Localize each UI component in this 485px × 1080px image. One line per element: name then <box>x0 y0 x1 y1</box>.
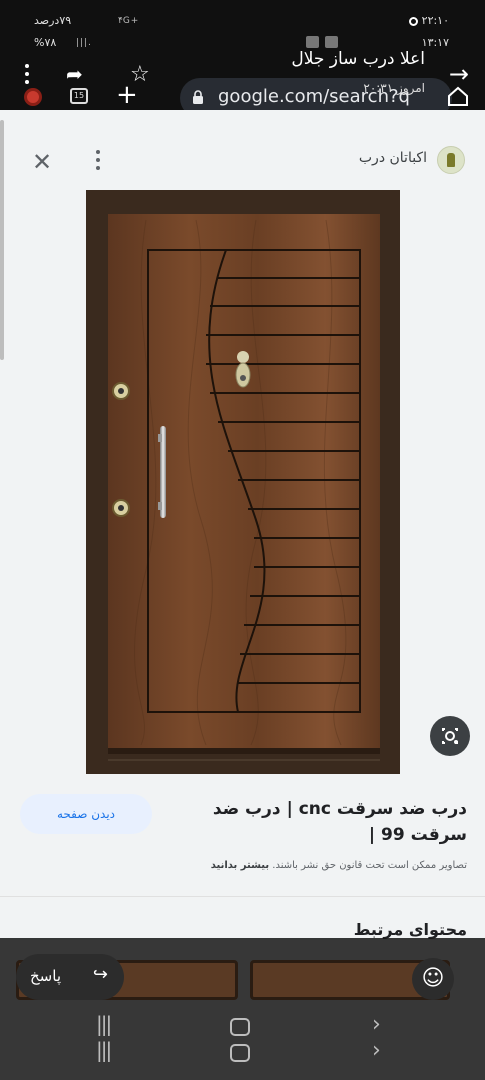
forward-icon[interactable]: ➦ <box>66 62 83 86</box>
status-time-text: ۲۲:۱۰ <box>421 14 449 27</box>
chat-last-seen: امروز ۲۰:۳۱ <box>363 81 425 95</box>
lock-icon <box>193 90 203 104</box>
visit-page-button[interactable]: دیدن صفحه <box>20 794 152 834</box>
reply-arrow-icon: ↪ <box>92 964 108 985</box>
recents-icon-2[interactable]: ||| <box>96 1038 112 1062</box>
lens-search-button[interactable] <box>430 716 470 756</box>
tab-count-badge[interactable]: 15 <box>70 88 88 104</box>
network-text: |||. <box>76 38 92 48</box>
system-nav-bar-2: ||| › <box>0 1038 485 1078</box>
source-logo-icon[interactable] <box>437 146 465 174</box>
door-knocker <box>235 351 251 388</box>
learn-more-link[interactable]: بیشتر بدانید <box>211 860 269 871</box>
back-nav-icon[interactable]: › <box>372 1012 381 1037</box>
status-icons <box>300 36 338 48</box>
home-icon[interactable] <box>447 86 469 106</box>
smiley-icon: ☺ <box>421 966 445 991</box>
home-nav-icon[interactable] <box>230 1018 250 1036</box>
reply-button[interactable]: پاسخ ↪ <box>16 954 124 1000</box>
battery-text: ۷۹درصد <box>34 14 72 27</box>
back-nav-icon-2[interactable]: › <box>372 1038 381 1063</box>
emoji-reaction-button[interactable]: ☺ <box>412 958 454 1000</box>
record-icon[interactable] <box>24 88 42 106</box>
copyright-notice: تصاویر ممکن است تحت قانون حق نشر باشند. … <box>211 860 467 871</box>
viewer-more-icon[interactable] <box>96 150 102 174</box>
status-bar-top: ۷۹درصد ۴G+ ۲۲:۱۰ <box>0 14 485 30</box>
chat-header: ۷۹درصد ۴G+ ۲۲:۱۰ %۷۸ |||. ۱۳:۱۷ google.c… <box>0 0 485 110</box>
lens-icon <box>442 728 458 744</box>
signal-text: ۴G+ <box>118 16 140 26</box>
settings-dot-icon <box>409 16 419 26</box>
recents-icon[interactable]: ||| <box>96 1012 112 1036</box>
more-options-icon[interactable] <box>22 64 32 88</box>
close-icon[interactable]: ✕ <box>32 148 52 176</box>
new-tab-icon[interactable]: + <box>116 82 138 108</box>
status-time-2: ۱۳:۱۷ <box>421 36 449 49</box>
status-time: ۲۲:۱۰ <box>406 14 449 27</box>
notification-icon <box>306 36 319 48</box>
source-name[interactable]: اکباتان درب <box>359 150 427 166</box>
copyright-text: تصاویر ممکن است تحت قانون حق نشر باشند. <box>272 860 467 871</box>
battery-text-2: %۷۸ <box>34 36 57 49</box>
result-title[interactable]: درب ضد سرقت cnc | درب ضد سرقت 99 | <box>167 796 467 848</box>
divider <box>0 896 485 897</box>
gallery-icon <box>325 36 338 48</box>
door-image[interactable] <box>86 190 400 774</box>
reply-label: پاسخ <box>30 967 61 985</box>
viewer-toolbar: ✕ اکباتان درب <box>0 138 485 188</box>
back-arrow-icon[interactable]: → <box>449 60 469 88</box>
related-content-heading: محتوای مرتبط <box>353 920 467 939</box>
home-nav-icon-2[interactable] <box>230 1044 250 1062</box>
chat-title: اعلا درب ساز جلال <box>291 49 425 69</box>
